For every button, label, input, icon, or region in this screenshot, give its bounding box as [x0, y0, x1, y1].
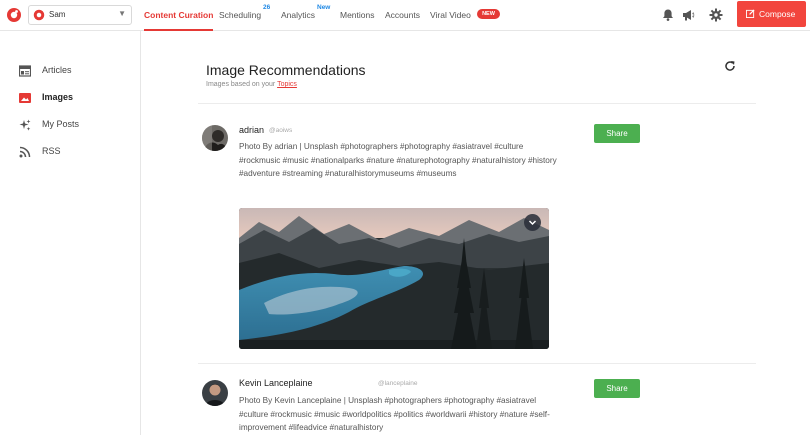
- gear-icon[interactable]: [709, 8, 723, 22]
- post-image[interactable]: [239, 208, 549, 349]
- page-subtitle: Images based on your Topics: [206, 81, 297, 88]
- rss-icon: [19, 146, 31, 158]
- compose-label: Compose: [759, 9, 796, 19]
- post-card: adrian @aoiws Photo By adrian | Unsplash…: [198, 123, 756, 361]
- compose-button[interactable]: Compose: [737, 1, 806, 27]
- header-divider: [198, 103, 756, 104]
- viral-video-new-badge: NEW: [477, 9, 500, 19]
- avatar[interactable]: [202, 380, 228, 406]
- share-button[interactable]: Share: [594, 379, 640, 398]
- articles-icon: [19, 65, 31, 77]
- post-divider: [198, 363, 756, 364]
- nav-content-curation[interactable]: Content Curation: [144, 0, 214, 31]
- post-author-handle: @lanceplaine: [378, 380, 418, 387]
- subtitle-text: Images based on your: [206, 81, 278, 88]
- chevron-down-icon: [528, 220, 537, 226]
- nav-accounts[interactable]: Accounts: [385, 0, 420, 31]
- sidebar-item-label: Images: [42, 92, 74, 102]
- sidebar-item-label: Articles: [42, 65, 72, 75]
- avatar[interactable]: [202, 125, 228, 151]
- nav-analytics[interactable]: Analytics: [281, 0, 315, 31]
- scheduling-count-badge: 26: [263, 4, 271, 11]
- app-logo[interactable]: [6, 7, 22, 23]
- edit-icon: [746, 9, 755, 18]
- sidebar: Articles Images My Posts RSS: [0, 31, 141, 435]
- post-author-name[interactable]: Kevin Lanceplaine: [239, 378, 313, 388]
- mountain-lake-photo: [239, 208, 549, 349]
- top-bar: Sam ▼ Content Curation Scheduling 26 Ana…: [0, 0, 810, 31]
- topics-link[interactable]: Topics: [277, 81, 297, 88]
- post-author-name[interactable]: adrian: [239, 125, 264, 135]
- sidebar-item-label: My Posts: [42, 119, 80, 129]
- sidebar-item-articles[interactable]: Articles: [0, 60, 140, 82]
- post-card: Kevin Lanceplaine @lanceplaine Photo By …: [198, 378, 756, 435]
- share-button[interactable]: Share: [594, 124, 640, 143]
- nav-mentions[interactable]: Mentions: [340, 0, 375, 31]
- refresh-icon[interactable]: [724, 60, 736, 72]
- sidebar-item-rss[interactable]: RSS: [0, 141, 140, 163]
- post-author-handle: @aoiws: [269, 127, 293, 134]
- account-name: Sam: [49, 10, 66, 19]
- nav-scheduling[interactable]: Scheduling: [219, 0, 261, 31]
- sidebar-item-label: RSS: [42, 146, 61, 156]
- main-content: Image Recommendations Images based on yo…: [141, 31, 810, 435]
- sidebar-item-images[interactable]: Images: [0, 87, 140, 109]
- megaphone-icon[interactable]: [681, 8, 695, 22]
- sparkle-icon: [19, 119, 31, 131]
- sidebar-item-my-posts[interactable]: My Posts: [0, 114, 140, 136]
- post-text: Photo By adrian | Unsplash #photographer…: [239, 142, 557, 179]
- bell-icon[interactable]: [661, 8, 675, 22]
- image-icon: [19, 93, 31, 103]
- analytics-new-badge: New: [317, 4, 331, 11]
- page-title: Image Recommendations: [206, 62, 366, 78]
- image-options-button[interactable]: [524, 214, 541, 231]
- post-text: Photo By Kevin Lanceplaine | Unsplash #p…: [239, 396, 550, 433]
- chevron-down-icon: ▼: [118, 9, 126, 18]
- nav-viral-video[interactable]: Viral Video: [430, 0, 471, 31]
- account-logo-icon: [33, 9, 45, 21]
- account-selector[interactable]: Sam ▼: [28, 5, 132, 25]
